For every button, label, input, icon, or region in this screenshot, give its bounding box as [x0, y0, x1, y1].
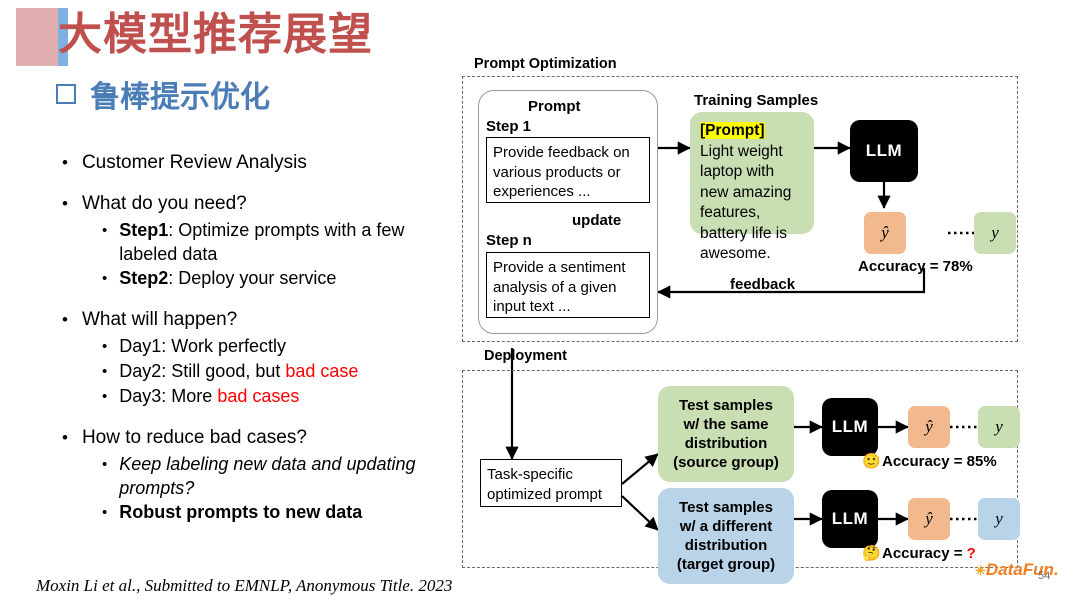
- feedback-label: feedback: [730, 276, 796, 293]
- sub-bullet-text: Step1: Optimize prompts with a few label…: [119, 218, 462, 266]
- sub-bullet-item: • Day2: Still good, but bad case: [102, 359, 462, 384]
- sub-bullet-text: Day1: Work perfectly: [119, 336, 286, 356]
- bullet-dot-icon: •: [102, 270, 108, 287]
- sub-bullet-text: Step2: Deploy your service: [119, 266, 336, 290]
- sub-bullet-text: Day2: Still good, but bad case: [119, 359, 358, 383]
- sub-bullet-item: • Day1: Work perfectly: [102, 334, 462, 359]
- training-samples-heading: Training Samples: [694, 92, 819, 109]
- sub-bullet-text: Robust prompts to new data: [119, 502, 363, 522]
- bullet-dot-icon: •: [102, 456, 108, 473]
- page-title: 大模型推荐展望: [58, 10, 373, 59]
- sub-bullet-text: Day3: More bad cases: [119, 384, 299, 408]
- bullet-dot-icon: •: [62, 310, 68, 329]
- section-label-deployment: Deployment: [484, 348, 567, 364]
- citation-text: Moxin Li et al., Submitted to EMNLP, Ano…: [36, 576, 453, 595]
- y-box-source: y: [978, 406, 1020, 448]
- sub-bullet-italic: Keep labeling new data and updating prom…: [119, 454, 416, 498]
- bullet-group-1: • Customer Review Analysis: [62, 150, 462, 175]
- source-line-2: w/ the same: [683, 416, 769, 433]
- sub-bullet-rest: : Deploy your service: [168, 268, 337, 288]
- test-samples-source-label: Test samples w/ the same distribution (s…: [658, 386, 794, 482]
- sub-bullet-highlight: bad case: [285, 361, 359, 381]
- llm-box-target: LLM: [822, 490, 878, 548]
- bullet-group-4: • How to reduce bad cases? • Keep labeli…: [62, 425, 462, 525]
- bullet-dot-icon: •: [62, 428, 68, 447]
- sub-bullet-plain: Day2: Still good, but: [119, 361, 286, 381]
- update-label: update: [572, 212, 622, 229]
- step1-label: Step 1: [486, 118, 532, 135]
- sub-bullet-bold: Step1: [119, 220, 169, 240]
- sub-bullet-item: • Day3: More bad cases: [102, 384, 462, 409]
- bullet-dot-icon: •: [62, 153, 68, 172]
- accuracy-target: Accuracy = ?: [882, 545, 976, 562]
- bullet-text: What do you need?: [81, 193, 247, 214]
- target-line-3: distribution: [684, 537, 768, 554]
- test-samples-source-box: Test samples w/ the same distribution (s…: [658, 386, 794, 482]
- bullet-text: How to reduce bad cases?: [81, 427, 307, 448]
- training-sample-box: [Prompt] Light weight laptop with new am…: [690, 112, 814, 262]
- sub-bullet-item: • Keep labeling new data and updating pr…: [102, 452, 462, 500]
- sub-bullet-item: • Robust prompts to new data: [102, 500, 462, 525]
- yhat-box-target: ŷ: [908, 498, 950, 540]
- prompt-tag: [Prompt]: [700, 122, 765, 139]
- step1-text-box: Provide feedback on various products or …: [486, 137, 650, 203]
- bullet-list: • Customer Review Analysis • What do you…: [62, 150, 462, 541]
- bullet-dot-icon: •: [62, 194, 68, 213]
- source-line-1: Test samples: [679, 397, 773, 414]
- sparkle-icon: ✳: [975, 563, 986, 578]
- page-number: 54: [1038, 570, 1051, 582]
- section-label-prompt-optimization: Prompt Optimization: [474, 56, 617, 72]
- sub-bullet-item: • Step1: Optimize prompts with a few lab…: [102, 218, 462, 266]
- accuracy-source: Accuracy = 85%: [882, 453, 997, 470]
- yhat-box-training: ŷ: [864, 212, 906, 254]
- target-line-1: Test samples: [679, 499, 773, 516]
- bullet-dot-icon: •: [102, 504, 108, 521]
- subtitle-row: 鲁棒提示优化: [56, 72, 270, 116]
- source-line-4: (source group): [673, 454, 779, 471]
- sub-bullet-item: • Step2: Deploy your service: [102, 266, 462, 291]
- sub-bullet-highlight: bad cases: [217, 386, 300, 406]
- llm-box-source: LLM: [822, 398, 878, 456]
- stepn-text-box: Provide a sentiment analysis of a given …: [486, 252, 650, 318]
- bullet-dot-icon: •: [102, 222, 108, 239]
- bullet-item: • What do you need?: [62, 191, 462, 216]
- test-samples-target-box: Test samples w/ a different distribution…: [658, 488, 794, 584]
- yhat-box-source: ŷ: [908, 406, 950, 448]
- bullet-text: Customer Review Analysis: [81, 152, 307, 173]
- task-specific-prompt-box: Task-specific optimized prompt: [480, 459, 622, 507]
- accuracy-training: Accuracy = 78%: [858, 258, 973, 275]
- thinking-face-icon: 🤔: [862, 545, 881, 562]
- target-line-4: (target group): [676, 556, 776, 573]
- empty-square-bullet-icon: [56, 84, 76, 104]
- sub-bullet-text: Keep labeling new data and updating prom…: [119, 452, 462, 500]
- target-line-2: w/ a different: [679, 518, 773, 535]
- bullet-group-2: • What do you need? • Step1: Optimize pr…: [62, 191, 462, 291]
- bullet-item: • Customer Review Analysis: [62, 150, 462, 175]
- bullet-dot-icon: •: [102, 388, 108, 405]
- subtitle-text: 鲁棒提示优化: [90, 81, 270, 114]
- happy-face-icon: 🙂: [862, 453, 881, 470]
- source-line-3: distribution: [684, 435, 768, 452]
- test-samples-target-label: Test samples w/ a different distribution…: [658, 488, 794, 584]
- accuracy-target-prefix: Accuracy =: [882, 545, 967, 562]
- bullet-text: What will happen?: [81, 309, 238, 330]
- stepn-label: Step n: [486, 232, 532, 249]
- y-box-training: y: [974, 212, 1016, 254]
- bullet-dot-icon: •: [102, 338, 108, 355]
- sub-bullet-plain: Day3: More: [119, 386, 218, 406]
- prompt-panel-heading: Prompt: [528, 98, 581, 115]
- bullet-item: • What will happen?: [62, 307, 462, 332]
- y-box-target: y: [978, 498, 1020, 540]
- architecture-diagram: Prompt Optimization Prompt Step 1 Provid…: [462, 56, 1074, 584]
- bullet-group-3: • What will happen? • Day1: Work perfect…: [62, 307, 462, 409]
- bullet-dot-icon: •: [102, 363, 108, 380]
- bullet-item: • How to reduce bad cases?: [62, 425, 462, 450]
- llm-box-training: LLM: [850, 120, 918, 182]
- sub-bullet-bold: Step2: [119, 268, 169, 288]
